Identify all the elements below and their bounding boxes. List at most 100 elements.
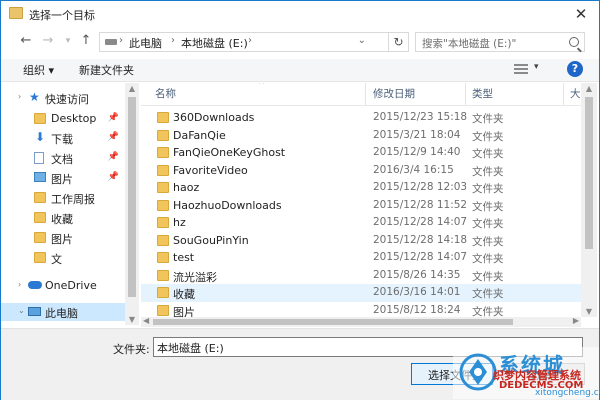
pin-icon: 📌 [107, 152, 119, 162]
address-dropdown-icon[interactable]: ⌄ [358, 35, 366, 46]
refresh-button[interactable]: ↻ [389, 32, 409, 52]
sidebar-item-favorites[interactable]: 收藏 [1, 209, 125, 227]
scroll-up-icon[interactable]: ▲ [581, 84, 597, 93]
sidebar-item-label: 图片 [51, 173, 73, 186]
chevron-right-icon[interactable]: › [119, 35, 123, 46]
sidebar-item-this-pc[interactable]: ⌄ 此电脑 [1, 303, 125, 321]
expand-arrow-icon[interactable]: ⌄ [18, 306, 25, 315]
file-list-horizontal-scrollbar[interactable]: ◀ ▶ [141, 316, 581, 327]
folder-icon [157, 287, 169, 298]
folder-icon [157, 234, 169, 246]
address-bar[interactable]: › 此电脑 › 本地磁盘 (E:) › ⌄ [99, 32, 389, 52]
search-icon [569, 37, 579, 47]
scroll-down-icon[interactable]: ▼ [125, 315, 139, 324]
file-date: 2015/12/28 11:52 [373, 198, 468, 211]
file-type: 文件夹 [472, 165, 504, 178]
scroll-thumb[interactable] [153, 319, 513, 325]
scroll-left-icon[interactable]: ◀ [143, 316, 149, 325]
expand-arrow-icon[interactable]: › [18, 280, 21, 289]
folder-icon [157, 182, 169, 193]
scroll-right-icon[interactable]: ▶ [573, 316, 579, 325]
table-row[interactable]: 流光溢彩 2015/8/26 14:35 文件夹 [141, 267, 581, 285]
star-icon: ★ [29, 90, 40, 104]
sidebar-item-onedrive[interactable]: › OneDrive [1, 277, 125, 295]
table-row[interactable]: 收藏 2016/3/16 14:01 文件夹 [141, 284, 581, 302]
cloud-icon [28, 281, 42, 289]
sidebar-item-label: Desktop [51, 112, 97, 125]
search-input[interactable]: 搜索"本地磁盘 (E:)" [415, 32, 585, 52]
file-list-vertical-scrollbar[interactable]: ▲ ▼ [581, 83, 597, 317]
file-date: 2016/3/16 14:01 [373, 286, 461, 298]
folder-icon [157, 252, 169, 263]
close-button[interactable]: ✕ [569, 3, 593, 25]
sort-ascending-icon: ^ [258, 83, 265, 89]
file-type: 文件夹 [472, 218, 504, 230]
column-header-size[interactable]: 大 [570, 86, 581, 101]
new-folder-button[interactable]: 新建文件夹 [79, 62, 134, 78]
back-arrow-icon[interactable]: ← [17, 32, 35, 50]
command-toolbar: 组织 ▾ 新建文件夹 ▾ ? [1, 59, 599, 82]
column-header-date[interactable]: 修改日期 [373, 86, 415, 101]
dialog-window: 选择一个目标 ✕ ← → ▾ ↑ › 此电脑 › 本地磁盘 (E:) › ⌄ ↻… [0, 0, 600, 400]
watermark-line3: xitongcheng.com [535, 388, 600, 398]
file-date: 2015/12/28 12:03 [373, 181, 468, 193]
table-row[interactable]: hz 2015/12/28 14:07 文件夹 [141, 214, 581, 232]
forward-arrow-icon[interactable]: → [39, 32, 57, 50]
sidebar-scrollbar[interactable]: ▲ ▼ [125, 83, 139, 325]
chevron-right-icon[interactable]: › [171, 35, 175, 46]
recent-locations-icon[interactable]: ▾ [59, 32, 77, 50]
sidebar-item-quick-access[interactable]: › ★ 快速访问 [1, 89, 125, 107]
table-row[interactable]: FavoriteVideo 2016/3/4 16:15 文件夹 [141, 162, 581, 180]
folder-icon [34, 232, 46, 243]
table-row[interactable]: haoz 2015/12/28 12:03 文件夹 [141, 179, 581, 197]
pin-icon: 📌 [107, 132, 119, 142]
file-name: 收藏 [173, 288, 195, 301]
scroll-thumb[interactable] [128, 97, 136, 297]
sidebar-item-pictures-folder[interactable]: 图片 [1, 229, 125, 247]
sidebar-item-wen[interactable]: 文 [1, 249, 125, 267]
table-row[interactable]: test 2015/12/28 14:07 文件夹 [141, 249, 581, 267]
sidebar-item-label: 快速访问 [45, 93, 89, 106]
column-divider[interactable] [563, 83, 564, 105]
table-row[interactable]: DaFanQie 2015/3/21 18:04 文件夹 [141, 127, 581, 145]
file-name: FanQieOneKeyGhost [173, 146, 286, 159]
sidebar-item-documents[interactable]: 文档 📌 [1, 149, 125, 167]
table-row[interactable]: 图片 2015/8/12 18:24 文件夹 [141, 302, 581, 317]
navigation-bar: ← → ▾ ↑ › 此电脑 › 本地磁盘 (E:) › ⌄ ↻ 搜索"本地磁盘 … [1, 29, 599, 55]
view-options-icon[interactable] [514, 64, 528, 75]
up-arrow-icon[interactable]: ↑ [77, 32, 95, 50]
table-row[interactable]: 360Downloads 2015/12/23 15:18 文件夹 [141, 109, 581, 127]
download-icon: ⬇ [35, 130, 46, 144]
breadcrumb-drive[interactable]: 本地磁盘 (E:) [181, 35, 248, 51]
help-icon[interactable]: ? [567, 61, 583, 77]
view-dropdown-icon[interactable]: ▾ [534, 62, 539, 72]
file-date: 2015/12/28 14:07 [373, 216, 468, 228]
sidebar-item-pictures[interactable]: 图片 📌 [1, 169, 125, 187]
sidebar-item-weekly-report[interactable]: 工作周报 [1, 189, 125, 207]
scroll-up-icon[interactable]: ▲ [125, 84, 139, 93]
column-header-type[interactable]: 类型 [472, 86, 493, 101]
table-row[interactable]: SouGouPinYin 2015/12/28 14:18 文件夹 [141, 232, 581, 250]
sidebar-item-downloads[interactable]: ⬇ 下载 📌 [1, 129, 125, 147]
column-header-name[interactable]: 名称 [155, 86, 176, 101]
folder-icon [157, 164, 169, 176]
file-name: haoz [173, 181, 200, 194]
file-type: 文件夹 [472, 130, 504, 143]
column-divider[interactable] [465, 83, 466, 105]
folder-icon [157, 217, 169, 228]
column-divider[interactable] [365, 83, 366, 105]
scroll-down-icon[interactable]: ▼ [581, 307, 597, 316]
file-date: 2015/8/26 14:35 [373, 268, 461, 281]
table-row[interactable]: FanQieOneKeyGhost 2015/12/9 14:40 文件夹 [141, 144, 581, 162]
expand-arrow-icon[interactable]: › [18, 92, 21, 101]
file-name: 360Downloads [173, 111, 255, 124]
breadcrumb-this-pc[interactable]: 此电脑 [129, 35, 162, 51]
folder-icon [157, 147, 169, 158]
document-icon [34, 152, 44, 164]
navigation-pane: › ★ 快速访问 Desktop 📌 ⬇ 下载 📌 文档 📌 图片 📌 工作周报 [1, 83, 125, 325]
table-row[interactable]: HaozhuoDownloads 2015/12/28 11:52 文件夹 [141, 197, 581, 215]
scroll-thumb[interactable] [585, 97, 593, 249]
chevron-right-icon[interactable]: › [248, 35, 252, 46]
organize-menu[interactable]: 组织 ▾ [23, 62, 54, 78]
sidebar-item-desktop[interactable]: Desktop 📌 [1, 110, 125, 128]
